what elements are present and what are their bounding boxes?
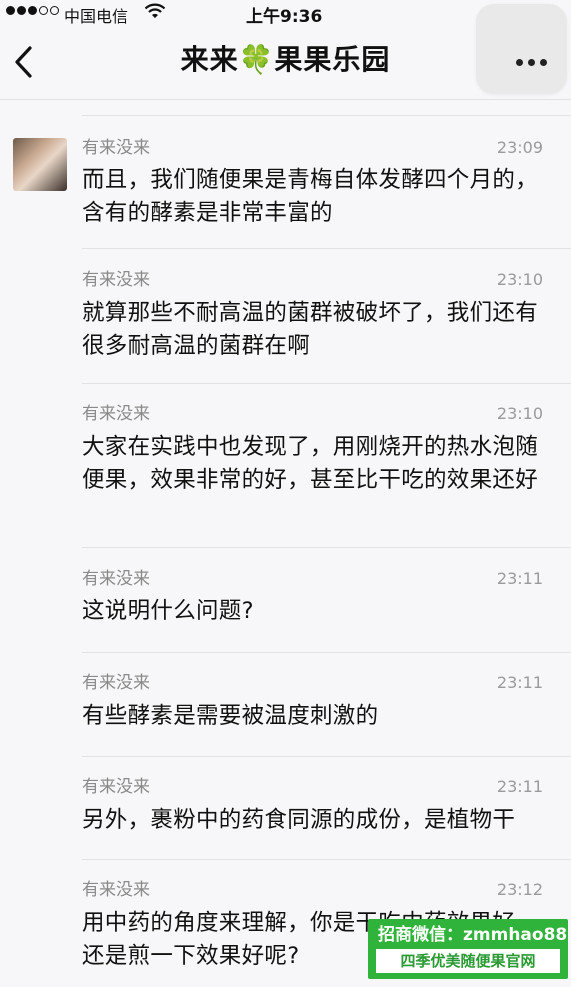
message-time: 23:10 [496,404,543,423]
divider [82,547,571,548]
watermark-contact: 招商微信：zmmhao88 [378,925,568,945]
divider [82,248,571,249]
message-time: 23:09 [496,138,543,157]
message-time: 23:11 [496,569,543,588]
message-text: 就算那些不耐高温的菌群被破坏了，我们还有很多耐高温的菌群在啊 [82,300,539,359]
sender-name: 有来没来 [82,569,150,589]
message-time: 23:11 [496,673,543,692]
message-time: 23:12 [496,880,543,899]
message-time: 23:11 [496,777,543,796]
sender-name: 有来没来 [82,270,150,290]
avatar[interactable] [13,138,67,191]
message-text: 这说明什么问题? [82,598,254,624]
message-time: 23:10 [496,270,543,289]
watermark-site: 四季优美随便果官网 [376,949,560,973]
carrier-name: 中国电信 [64,7,129,26]
promo-watermark: 招商微信：zmmhao88 四季优美随便果官网 [368,919,568,979]
signal-strength-icon [6,6,59,15]
sender-name: 有来没来 [82,880,150,900]
sender-name: 有来没来 [82,673,150,693]
more-dots-icon [516,59,547,66]
divider [82,859,571,860]
message-text: 另外，裹粉中的药食同源的成份，是植物干 [82,807,516,833]
sender-name: 有来没来 [82,404,150,424]
divider [82,756,571,757]
message-text: 有些酵素是需要被温度刺激的 [82,703,379,729]
more-options-button[interactable] [476,4,567,94]
divider [82,115,571,116]
wifi-icon [144,3,166,18]
message-text: 大家在实践中也发现了，用刚烧开的热水泡随便果，效果非常的好，甚至比干吃的效果还好 [82,434,539,493]
message-text: 而且，我们随便果是青梅自体发酵四个月的，含有的酵素是非常丰富的 [82,167,539,226]
sender-name: 有来没来 [82,138,150,158]
sender-name: 有来没来 [82,777,150,797]
divider [82,652,571,653]
divider [82,383,571,384]
status-time: 上午9:36 [246,7,323,27]
nav-bar: 来来🍀果果乐园 [0,4,571,100]
